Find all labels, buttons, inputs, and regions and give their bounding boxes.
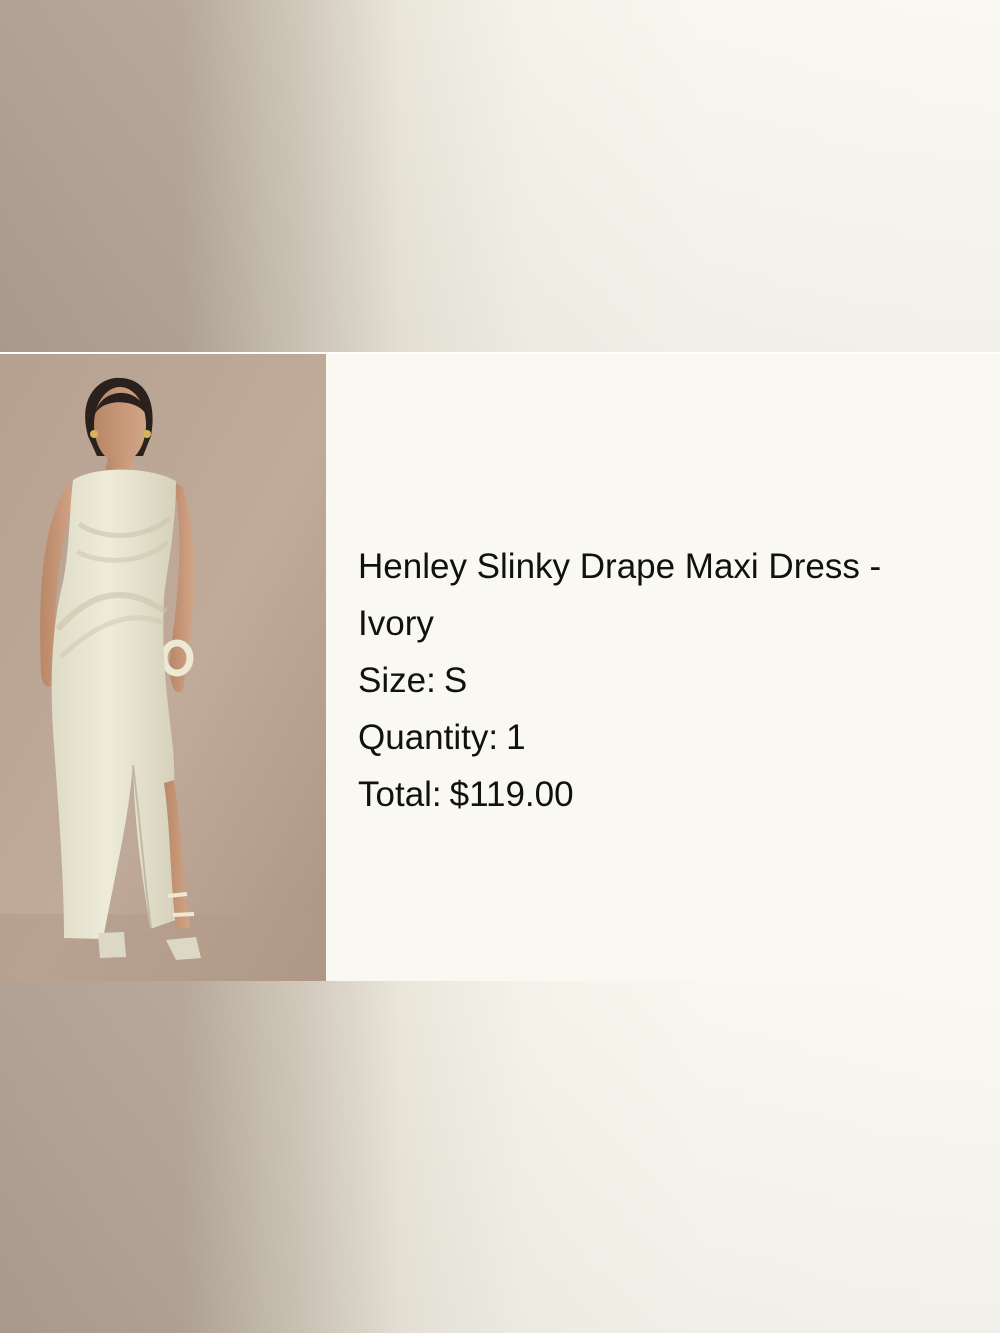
size-label: Size: bbox=[358, 661, 436, 700]
quantity-label: Quantity: bbox=[358, 718, 499, 757]
blurred-background-bottom bbox=[0, 981, 1000, 1333]
size-row: Size: S bbox=[358, 652, 958, 709]
blurred-background-top bbox=[0, 0, 1000, 352]
order-summary-page: Henley Slinky Drape Maxi Dress - Ivory S… bbox=[0, 0, 1000, 1333]
total-value: $119.00 bbox=[449, 775, 574, 814]
product-card: Henley Slinky Drape Maxi Dress - Ivory S… bbox=[0, 352, 1000, 981]
product-name-line-2: Ivory bbox=[358, 604, 434, 643]
product-image bbox=[0, 354, 326, 981]
size-value: S bbox=[443, 661, 468, 700]
quantity-row: Quantity: 1 bbox=[358, 709, 958, 766]
total-label: Total: bbox=[358, 775, 442, 814]
order-details: Henley Slinky Drape Maxi Dress - Ivory S… bbox=[358, 538, 958, 823]
total-row: Total: $119.00 bbox=[358, 766, 958, 823]
product-name-line-1: Henley Slinky Drape Maxi Dress - bbox=[358, 547, 882, 586]
quantity-value: 1 bbox=[506, 718, 526, 757]
